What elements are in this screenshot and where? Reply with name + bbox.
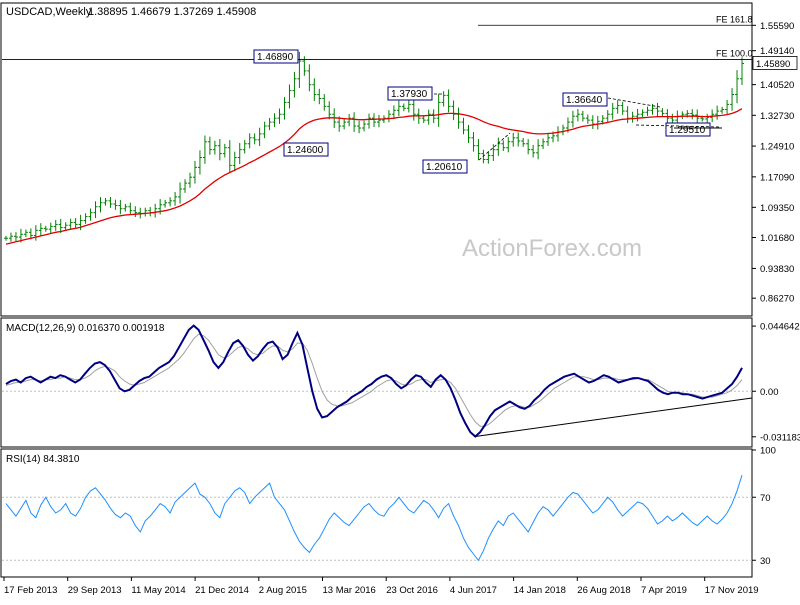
price-y-tick-label: 1.40520 xyxy=(760,80,794,91)
price-y-tick-label: 1.55590 xyxy=(760,21,794,32)
symbol-label: USDCAD,Weekly xyxy=(6,6,92,18)
price-annotation-label: 1.24600 xyxy=(287,145,324,156)
price-y-tick-label: 1.01680 xyxy=(760,233,794,244)
x-tick-label: 14 Jan 2018 xyxy=(514,585,566,596)
macd-title: MACD(12,26,9) 0.016370 0.001918 xyxy=(6,323,165,334)
x-tick-label: 17 Nov 2019 xyxy=(705,585,759,596)
last-price-label: 1.45890 xyxy=(756,59,790,70)
price-annotation: 1.24600 xyxy=(283,142,329,157)
price-annotation-label: 1.20610 xyxy=(426,162,463,173)
price-annotation: 1.29510 xyxy=(665,122,711,137)
x-tick-label: 7 Apr 2019 xyxy=(641,585,687,596)
rsi-y-tick-label: 70 xyxy=(760,493,771,504)
price-annotation: 1.36640 xyxy=(562,92,608,107)
price-y-tick-label: 0.86270 xyxy=(760,294,794,305)
price-y-tick-label: 1.09350 xyxy=(760,203,794,214)
macd-y-tick-label: 0.00 xyxy=(760,387,779,398)
price-y-tick-label: 1.49140 xyxy=(760,46,794,57)
price-annotation-label: 1.37930 xyxy=(391,89,428,100)
price-y-tick-label: 1.32730 xyxy=(760,111,794,122)
rsi-y-tick-label: 30 xyxy=(760,556,771,567)
x-tick-label: 4 Jun 2017 xyxy=(450,585,497,596)
price-y-tick-label: 1.17090 xyxy=(760,172,794,183)
price-annotation: 1.37930 xyxy=(387,86,433,101)
macd-y-tick-label: 0.044642 xyxy=(760,322,800,333)
fib-level-label: FE 161.8 xyxy=(716,14,753,24)
x-tick-label: 2 Aug 2015 xyxy=(259,585,307,596)
chart-svg: ActionForex.com USDCAD,Weekly 1.38895 1.… xyxy=(0,0,800,600)
price-y-tick-label: 0.93830 xyxy=(760,264,794,275)
x-tick-label: 29 Sep 2013 xyxy=(68,585,122,596)
x-tick-label: 17 Feb 2013 xyxy=(4,585,57,596)
ohlc-readout: 1.38895 1.46679 1.37269 1.45908 xyxy=(88,6,256,18)
x-tick-label: 13 Mar 2016 xyxy=(323,585,376,596)
price-annotation-label: 1.36640 xyxy=(566,95,603,106)
price-annotation-label: 1.46890 xyxy=(257,52,294,63)
chart-root: ActionForex.com USDCAD,Weekly 1.38895 1.… xyxy=(0,0,800,600)
price-annotation: 1.20610 xyxy=(422,159,468,174)
watermark: ActionForex.com xyxy=(462,235,642,262)
macd-y-tick-label: -0.031183 xyxy=(760,432,800,443)
fib-level-label: FE 100.0 xyxy=(716,49,753,59)
x-tick-label: 11 May 2014 xyxy=(131,585,185,596)
price-annotation: 1.46890 xyxy=(253,49,299,64)
x-tick-label: 21 Dec 2014 xyxy=(195,585,249,596)
price-y-tick-label: 1.24910 xyxy=(760,142,794,153)
price-annotation-label: 1.29510 xyxy=(669,125,706,136)
rsi-y-tick-label: 100 xyxy=(760,446,776,457)
x-tick-label: 26 Aug 2018 xyxy=(577,585,630,596)
x-tick-label: 23 Oct 2016 xyxy=(386,585,438,596)
rsi-title: RSI(14) 84.3810 xyxy=(6,454,80,465)
